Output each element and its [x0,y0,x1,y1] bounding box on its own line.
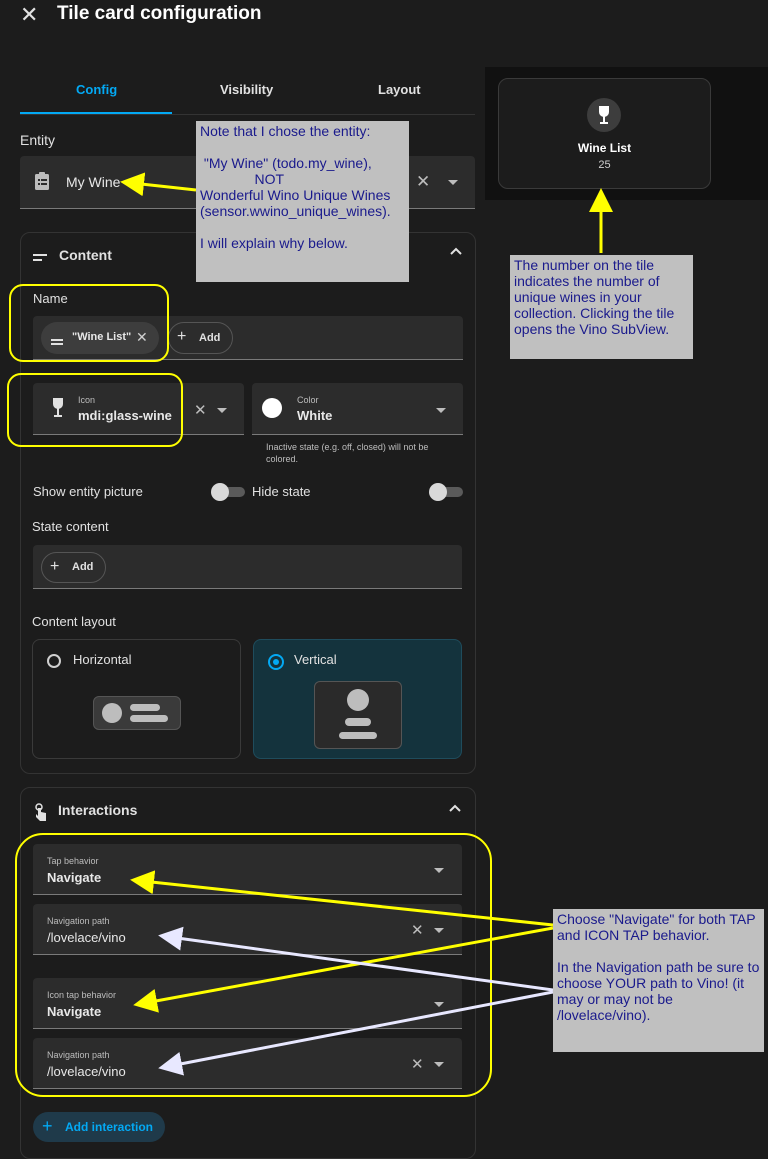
radio-unchecked[interactable] [47,654,61,668]
tab-config[interactable]: Config [76,82,117,97]
horizontal-layout-preview [93,696,181,730]
plus-icon: + [42,1116,53,1136]
color-help-text: Inactive state (e.g. off, closed) will n… [266,442,429,464]
hide-state-toggle[interactable] [429,483,465,501]
gesture-tap-icon [34,803,48,821]
layout-horizontal-option[interactable]: Horizontal [32,639,241,759]
icon-clear-icon[interactable]: ✕ [194,401,207,419]
close-icon[interactable]: ✕ [20,2,38,28]
tile-note: The number on the tile indicates the num… [510,255,693,359]
name-add-label: Add [199,332,221,344]
plus-icon: + [177,328,187,345]
name-add-button[interactable]: + Add [168,322,233,354]
color-picker[interactable]: Color White [252,383,463,435]
vertical-layout-preview [314,681,402,749]
layout-vertical-label: Vertical [294,652,337,667]
annotation-ring-name [9,284,169,362]
add-interaction-button[interactable]: + Add interaction [33,1112,165,1142]
plus-icon: + [50,558,60,575]
interaction-note: Choose "Navigate" for both TAP and ICON … [553,909,764,1052]
show-picture-label: Show entity picture [33,484,143,499]
tab-layout[interactable]: Layout [378,82,421,97]
interactions-title: Interactions [58,802,138,818]
state-add-label: Add [72,561,94,573]
interactions-collapse-icon[interactable] [449,802,461,820]
entity-label: Entity [20,132,56,148]
tab-visibility[interactable]: Visibility [220,82,273,97]
icon-dropdown-icon[interactable] [217,408,227,413]
color-field-label: Color [297,395,319,405]
entity-note: Note that I chose the entity: "My Wine" … [196,121,409,282]
color-dropdown-icon[interactable] [436,408,446,413]
chevron-down-icon[interactable] [448,180,458,185]
content-layout-label: Content layout [32,614,116,629]
chevron-up-icon[interactable] [450,245,462,261]
layout-vertical-option[interactable]: Vertical [253,639,462,759]
clipboard-list-icon [34,172,50,190]
tile-icon-badge[interactable] [587,98,621,132]
color-field-value: White [297,408,333,423]
clear-icon[interactable]: ✕ [416,172,430,192]
annotation-ring-icon [7,373,183,447]
dialog-title: Tile card configuration [57,3,262,24]
show-picture-toggle[interactable] [211,483,247,501]
tabs-divider [20,114,475,115]
color-swatch [262,398,282,418]
state-add-button[interactable]: + Add [41,552,106,583]
tile-state: 25 [598,159,611,171]
content-section-title: Content [59,247,112,263]
state-content-label: State content [32,519,109,534]
subject-icon [33,250,49,261]
glass-wine-icon [599,106,609,124]
add-interaction-label: Add interaction [65,1120,154,1134]
active-tab-indicator [20,112,172,114]
hide-state-label: Hide state [252,484,311,499]
layout-horizontal-label: Horizontal [73,652,132,667]
tile-name: Wine List [577,141,632,155]
annotation-ring-interactions [15,833,492,1097]
radio-checked[interactable] [268,654,284,670]
entity-value: My Wine [66,174,121,190]
tile-card-preview[interactable]: Wine List 25 [498,78,711,189]
